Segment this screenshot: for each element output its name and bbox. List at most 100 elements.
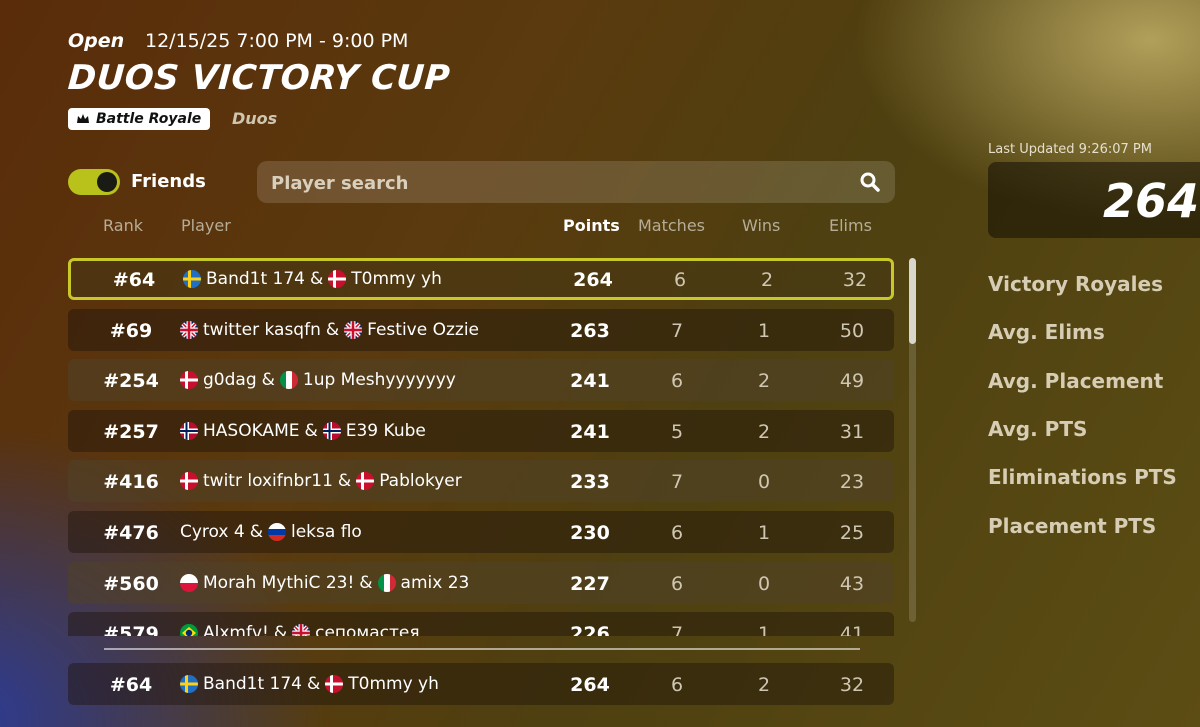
player-cell: twitter kasqfn & Festive Ozzie xyxy=(180,320,479,340)
player-two: Pablokyer xyxy=(379,471,462,492)
ampersand: & xyxy=(306,674,321,694)
leaderboard-row[interactable]: #254 g0dag & 1up Meshyyyyyyy 241 6 2 49 xyxy=(68,359,894,402)
last-updated: Last Updated 9:26:07 PM xyxy=(988,142,1152,157)
event-status: Open xyxy=(68,30,125,52)
elims-cell: 32 xyxy=(842,269,868,291)
player-one: Band1t 174 xyxy=(206,269,305,289)
player-one: Morah MythiC 23! xyxy=(203,572,355,593)
col-rank[interactable]: Rank xyxy=(103,216,143,235)
norway-flag-icon xyxy=(322,421,341,440)
rank-cell: #254 xyxy=(103,370,159,393)
points-cell: 264 xyxy=(573,269,613,291)
wins-cell: 2 xyxy=(757,420,771,443)
ampersand: & xyxy=(337,471,352,492)
norway-flag-icon xyxy=(180,421,198,440)
rank-cell: #69 xyxy=(109,319,153,342)
leaderboard-row[interactable]: #69 twitter kasqfn & Festive Ozzie 263 7 1 50 xyxy=(68,308,894,351)
stat-label: Avg. PTS xyxy=(988,416,1088,441)
rank-cell: #579 xyxy=(103,623,159,636)
leaderboard-row[interactable]: #416 twitr loxifnbr11 & Pablokyer 233 7 0 23 xyxy=(68,460,894,503)
uk-flag-icon xyxy=(292,624,311,636)
toggle-knob xyxy=(97,172,117,192)
rank-cell: #476 xyxy=(103,522,159,544)
russia-flag-icon xyxy=(267,523,286,541)
friends-toggle[interactable] xyxy=(68,169,120,195)
leaderboard-row[interactable]: #476 Cyrox 4 & leksa flo 230 6 1 25 xyxy=(68,511,894,553)
sweden-flag-icon xyxy=(180,675,198,693)
score-value: 264 xyxy=(1103,174,1200,228)
brazil-flag-icon xyxy=(180,624,198,636)
ampersand: & xyxy=(359,572,373,593)
stat-label: Eliminations PTS xyxy=(988,465,1177,490)
points-cell: 264 xyxy=(570,674,610,696)
player-two: Festive Ozzie xyxy=(367,319,480,340)
rank-cell: #257 xyxy=(103,420,159,443)
format-label: Duos xyxy=(232,109,278,128)
elims-cell: 25 xyxy=(839,522,865,544)
matches-cell: 6 xyxy=(670,674,684,696)
player-one: Alxmfv! xyxy=(203,623,269,636)
rank-cell: #64 xyxy=(109,674,153,696)
ampersand: & xyxy=(273,623,288,636)
stat-label: Avg. Placement xyxy=(988,368,1164,393)
matches-cell: 6 xyxy=(670,370,684,393)
event-title: DUOS VICTORY CUP xyxy=(66,58,452,98)
ampersand: & xyxy=(309,269,324,289)
col-matches[interactable]: Matches xyxy=(638,216,705,235)
elims-cell: 50 xyxy=(839,319,865,342)
wins-cell: 2 xyxy=(757,674,771,696)
mode-badge: Battle Royale xyxy=(68,108,211,130)
player-cell: Band1t 174 & T0mmy yh xyxy=(183,269,442,289)
leaderboard-row[interactable]: #560 Morah MythiC 23! & amix 23 227 6 0 43 xyxy=(68,561,894,604)
wins-cell: 1 xyxy=(757,623,771,636)
leaderboard-row[interactable]: #257 HASOKAME & E39 Kube 241 5 2 31 xyxy=(68,409,894,452)
sweden-flag-icon xyxy=(183,270,201,288)
leaderboard-row[interactable]: #64 Band1t 174 & T0mmy yh 264 6 2 32 xyxy=(68,258,894,300)
scrollbar-thumb[interactable] xyxy=(909,258,916,344)
stat-label: Placement PTS xyxy=(988,513,1157,538)
search-icon[interactable] xyxy=(859,171,881,193)
wins-cell: 0 xyxy=(757,471,771,494)
uk-flag-icon xyxy=(180,320,198,339)
col-wins[interactable]: Wins xyxy=(742,216,780,235)
player-one: twitr loxifnbr11 xyxy=(203,471,333,492)
matches-cell: 7 xyxy=(670,471,684,494)
player-one: Cyrox 4 xyxy=(180,522,245,542)
leaderboard-list: #64 Band1t 174 & T0mmy yh 264 6 2 32 #69 twitter … xyxy=(0,250,900,636)
matches-cell: 7 xyxy=(670,319,684,342)
rank-cell: #64 xyxy=(112,269,156,291)
col-elims[interactable]: Elims xyxy=(829,216,872,235)
col-player[interactable]: Player xyxy=(181,216,231,235)
player-cell: Morah MythiC 23! & amix 23 xyxy=(180,573,469,593)
elims-cell: 43 xyxy=(839,572,865,595)
uk-flag-icon xyxy=(344,320,363,339)
player-two: E39 Kube xyxy=(345,420,426,441)
ampersand: & xyxy=(261,370,275,391)
player-cell: Alxmfv! & ceпомастея xyxy=(180,623,420,636)
player-cell: twitr loxifnbr11 & Pablokyer xyxy=(180,471,462,491)
poland-flag-icon xyxy=(180,573,198,592)
col-points[interactable]: Points xyxy=(563,216,620,235)
ampersand: & xyxy=(249,522,263,542)
denmark-flag-icon xyxy=(328,270,347,288)
matches-cell: 5 xyxy=(670,420,684,443)
column-headers: Rank Player Points Matches Wins Elims xyxy=(68,216,894,238)
divider xyxy=(104,648,860,650)
wins-cell: 0 xyxy=(757,572,771,595)
player-two: amix 23 xyxy=(400,572,470,593)
matches-cell: 7 xyxy=(670,623,684,636)
points-cell: 227 xyxy=(570,572,610,595)
denmark-flag-icon xyxy=(356,472,375,491)
matches-cell: 6 xyxy=(670,522,684,544)
player-two: leksa flo xyxy=(290,522,362,542)
points-cell: 230 xyxy=(570,522,610,544)
wins-cell: 1 xyxy=(757,522,771,544)
search-input[interactable] xyxy=(269,161,833,205)
pinned-row[interactable]: #64 Band1t 174 & T0mmy yh 264 6 2 32 xyxy=(68,663,894,705)
player-two: T0mmy yh xyxy=(348,674,439,694)
elims-cell: 41 xyxy=(839,623,865,636)
stat-label: Victory Royales xyxy=(988,272,1163,296)
leaderboard-row[interactable]: #579 Alxmfv! & ceпомастея 226 7 1 41 xyxy=(68,612,894,636)
player-one: Band1t 174 xyxy=(203,674,302,694)
player-cell: Cyrox 4 & leksa flo xyxy=(180,522,362,542)
